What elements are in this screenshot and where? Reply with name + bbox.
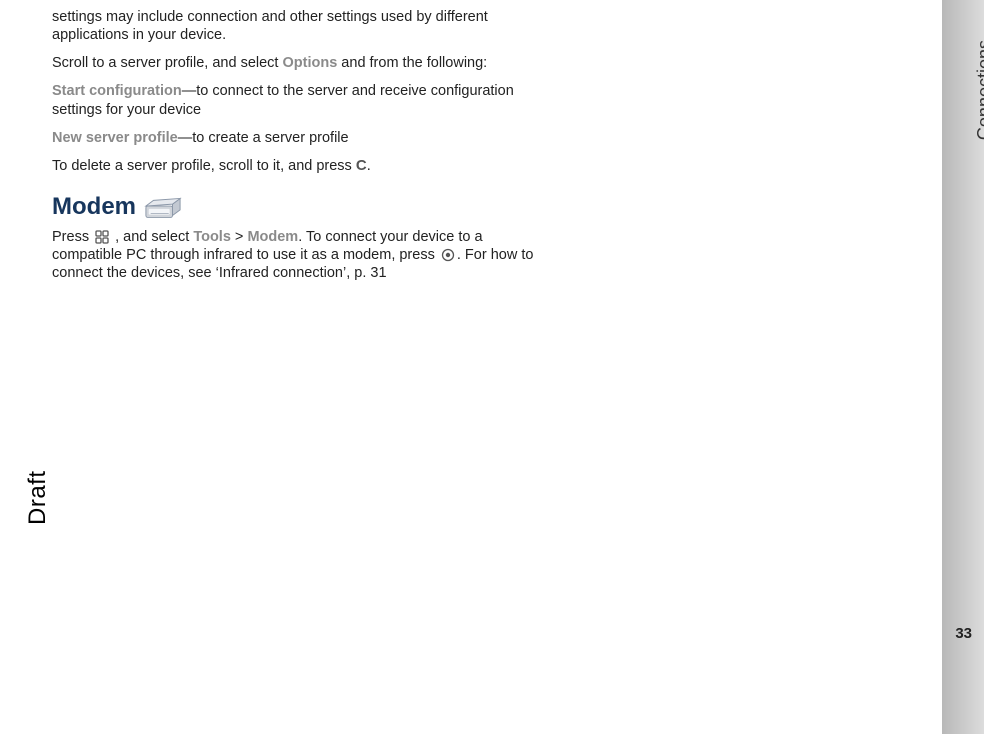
text-run: —to create a server profile	[178, 130, 349, 146]
right-thumb-tab: Connections 33	[939, 0, 984, 734]
start-configuration-label: Start configuration	[52, 83, 182, 99]
heading-row: Modem	[52, 192, 550, 222]
modem-heading: Modem	[52, 192, 136, 222]
draft-watermark: Draft	[24, 470, 52, 525]
select-key-icon	[441, 248, 455, 262]
text-run: >	[231, 229, 248, 245]
text-run: , and select	[111, 229, 193, 245]
menu-key-icon	[95, 230, 109, 244]
page-number: 33	[955, 625, 972, 642]
text-run: .	[367, 158, 371, 174]
text-run: and from the following:	[337, 55, 487, 71]
text-run: Scroll to a server profile, and select	[52, 55, 283, 71]
text-run: Press	[52, 229, 93, 245]
paragraph: settings may include connection and othe…	[52, 8, 550, 44]
new-server-profile-label: New server profile	[52, 130, 178, 146]
paragraph: New server profile—to create a server pr…	[52, 129, 550, 147]
clear-key-icon: C	[356, 157, 367, 176]
modem-icon	[144, 192, 182, 222]
paragraph: Press , and select Tools > Modem. To con…	[52, 228, 550, 282]
body-text-column: settings may include connection and othe…	[52, 8, 550, 292]
modem-label: Modem	[247, 229, 298, 245]
paragraph: Scroll to a server profile, and select O…	[52, 54, 550, 72]
paragraph: To delete a server profile, scroll to it…	[52, 157, 550, 176]
options-label: Options	[283, 55, 338, 71]
paragraph: Start configuration—to connect to the se…	[52, 82, 550, 118]
tools-label: Tools	[193, 229, 231, 245]
text-run: To delete a server profile, scroll to it…	[52, 158, 356, 174]
section-label: Connections	[974, 40, 984, 140]
